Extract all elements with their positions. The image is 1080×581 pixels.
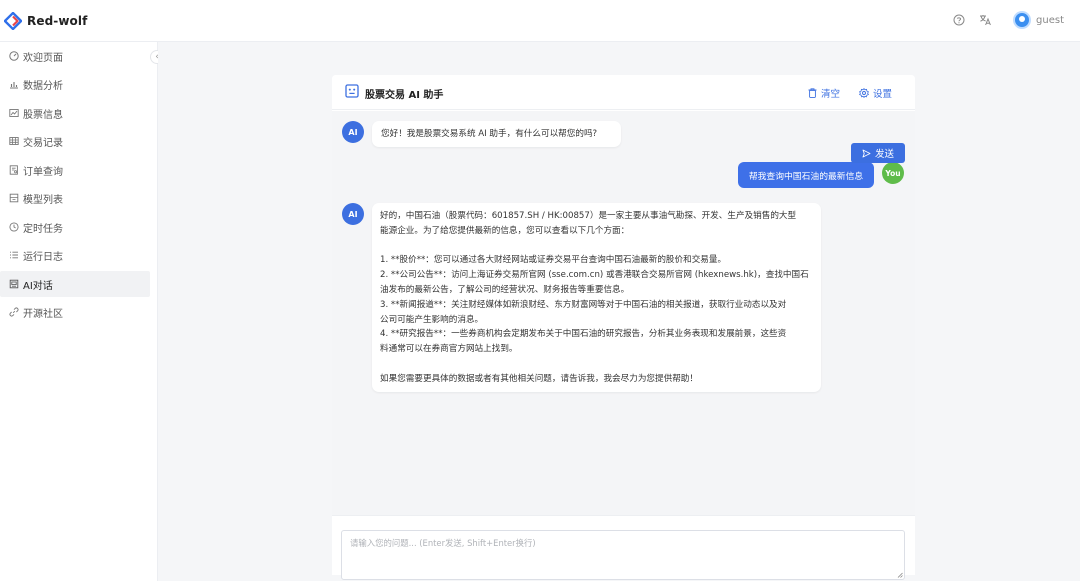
message-line: 2. **公司公告**：访问上海证券交易所官网 (sse.com.cn) 或香港… bbox=[380, 270, 809, 281]
line-chart-icon bbox=[8, 108, 19, 119]
ai-avatar: AI bbox=[342, 203, 364, 225]
message-list[interactable]: AI 您好！我是股票交易系统 AI 助手，有什么可以帮您的吗? 帮我查询中国石油… bbox=[332, 111, 915, 515]
sidebar-item-stocks[interactable]: 股票信息 bbox=[0, 100, 150, 126]
sidebar-item-label: 订单查询 bbox=[23, 166, 63, 178]
sidebar-item-community[interactable]: 开源社区 bbox=[0, 299, 150, 325]
message-gap bbox=[380, 239, 813, 254]
user-avatar[interactable] bbox=[1013, 11, 1032, 29]
chat-header: 股票交易 AI 助手 清空 设置 bbox=[332, 75, 915, 110]
message-line: 公司可能产生影响的消息。 bbox=[380, 314, 484, 325]
message-line: 好的，中国石油（股票代码：601857.SH / HK:00857）是一家主要从… bbox=[380, 211, 797, 221]
ai-avatar: AI bbox=[342, 121, 364, 143]
input-placeholder: 请输入您的问题... (Enter发送, Shift+Enter换行) bbox=[350, 538, 536, 548]
sidebar-item-label: 股票信息 bbox=[23, 109, 63, 121]
clear-button[interactable]: 清空 bbox=[808, 86, 840, 100]
send-button[interactable]: 发送 bbox=[851, 143, 905, 163]
sidebar-item-trades[interactable]: 交易记录 bbox=[0, 128, 150, 154]
message-text: 您好！我是股票交易系统 AI 助手，有什么可以帮您的吗? bbox=[381, 129, 598, 139]
clock-icon bbox=[8, 222, 19, 233]
message-line: 能源企业。为了给您提供最新的信息，您可以查看以下几个方面： bbox=[380, 225, 630, 236]
app-logo[interactable]: Red-wolf bbox=[4, 12, 87, 30]
link-icon bbox=[8, 307, 19, 318]
sidebar-item-models[interactable]: 模型列表 bbox=[0, 185, 150, 211]
message-line: 如果您需要更具体的数据或者有其他相关问题，请告诉我，我会尽力为您提供帮助！ bbox=[380, 373, 698, 384]
message-line: 油发布的最新公告，了解公司的经营状况、财务报告等重要信息。 bbox=[380, 284, 630, 295]
chat-title: 股票交易 AI 助手 bbox=[365, 90, 444, 101]
translate-icon[interactable] bbox=[977, 12, 993, 28]
sidebar-item-label: 数据分析 bbox=[23, 80, 63, 92]
sidebar-item-label: 运行日志 bbox=[23, 251, 63, 263]
user-avatar: You bbox=[882, 162, 904, 184]
robot-icon bbox=[8, 279, 19, 290]
box-icon bbox=[8, 193, 19, 204]
top-header: Red-wolf guest bbox=[0, 0, 1080, 42]
message-line: 4. **研究报告**：一些券商机构会定期发布关于中国石油的研究报告，分析其业务… bbox=[380, 329, 787, 340]
table-icon bbox=[8, 136, 19, 147]
list-icon bbox=[8, 250, 19, 261]
chat-panel: 股票交易 AI 助手 清空 设置 AI 您好！我是股票交易系统 AI 助手，有什… bbox=[332, 75, 915, 580]
robot-icon bbox=[345, 84, 359, 98]
sidebar: 欢迎页面 数据分析 股票信息 交易记录 订单查询 模型列表 定时任务 运行日志 … bbox=[0, 42, 158, 581]
sidebar-item-label: 定时任务 bbox=[23, 223, 63, 235]
ai-message: 好的，中国石油（股票代码：601857.SH / HK:00857）是一家主要从… bbox=[372, 203, 821, 392]
message-line: 料通常可以在券商官方网站上找到。 bbox=[380, 344, 518, 355]
message-text: 帮我查询中国石油的最新信息 bbox=[748, 171, 864, 182]
sidebar-item-tasks[interactable]: 定时任务 bbox=[0, 214, 150, 240]
clear-label: 清空 bbox=[821, 89, 841, 100]
sidebar-item-orders[interactable]: 订单查询 bbox=[0, 157, 150, 183]
message-line: 1. **股价**：您可以通过各大财经网站或证券交易平台查询中国石油最新的股价和… bbox=[380, 255, 727, 266]
dashboard-icon bbox=[8, 51, 19, 62]
sidebar-item-logs[interactable]: 运行日志 bbox=[0, 242, 150, 268]
sidebar-item-label: 欢迎页面 bbox=[23, 52, 63, 64]
file-search-icon bbox=[8, 165, 19, 176]
settings-button[interactable]: 设置 bbox=[859, 86, 892, 100]
gear-icon bbox=[859, 88, 869, 98]
user-name[interactable]: guest bbox=[1036, 15, 1064, 26]
user-message: 帮我查询中国石油的最新信息 bbox=[738, 162, 874, 188]
sidebar-item-label: 交易记录 bbox=[23, 137, 63, 149]
trash-icon bbox=[808, 88, 817, 98]
sidebar-item-ai-chat[interactable]: AI对话 bbox=[0, 271, 150, 297]
sidebar-item-analysis[interactable]: 数据分析 bbox=[0, 71, 150, 97]
settings-label: 设置 bbox=[873, 89, 893, 100]
sidebar-item-label: 开源社区 bbox=[23, 308, 63, 320]
help-circle-icon[interactable] bbox=[951, 12, 967, 28]
message-input[interactable]: 请输入您的问题... (Enter发送, Shift+Enter换行) bbox=[341, 530, 905, 580]
input-area: 请输入您的问题... (Enter发送, Shift+Enter换行) bbox=[332, 515, 915, 580]
ai-message: 您好！我是股票交易系统 AI 助手，有什么可以帮您的吗? bbox=[372, 121, 621, 147]
logo-icon bbox=[4, 12, 22, 30]
sidebar-item-welcome[interactable]: 欢迎页面 bbox=[0, 43, 150, 69]
message-gap bbox=[380, 357, 813, 372]
sidebar-item-label: 模型列表 bbox=[23, 194, 63, 206]
bar-chart-icon bbox=[8, 79, 19, 90]
app-name: Red-wolf bbox=[27, 14, 88, 28]
send-label: 发送 bbox=[874, 149, 894, 160]
message-line: 3. **新闻报道**：关注财经媒体如新浪财经、东方财富网等对于中国石油的相关报… bbox=[380, 299, 787, 310]
sidebar-item-label: AI对话 bbox=[23, 280, 53, 292]
resize-grip-icon[interactable] bbox=[897, 572, 903, 578]
send-icon bbox=[862, 149, 871, 157]
